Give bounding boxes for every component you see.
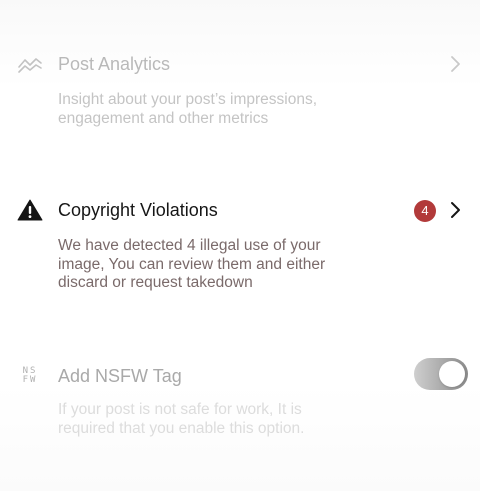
violation-count-badge: 4 [414,200,436,222]
post-analytics-row[interactable]: Post Analytics [0,46,480,82]
chevron-right-icon[interactable] [446,200,464,220]
post-analytics-section[interactable]: Post Analytics Insight about your post’s… [0,46,480,127]
copyright-violations-row[interactable]: Copyright Violations 4 [0,192,480,228]
toggle-knob [439,361,465,387]
copyright-violations-section[interactable]: Copyright Violations 4 We have detected … [0,192,480,291]
nsfw-toggle[interactable] [414,358,468,390]
post-analytics-description: Insight about your post’s impressions, e… [58,91,318,127]
chevron-right-icon[interactable] [446,54,464,74]
nsfw-row: NS FW Add NSFW Tag [0,358,480,394]
warning-triangle-icon [16,198,44,222]
nsfw-description: If your post is not safe for work, It is… [58,401,305,437]
copyright-violations-description: We have detected 4 illegal use of your i… [58,237,326,291]
analytics-trend-icon [16,52,44,76]
nsfw-section: NS FW Add NSFW Tag If your post is not sa… [0,358,480,437]
nsfw-icon-text: NS FW [22,366,38,385]
copyright-violations-title: Copyright Violations [58,200,218,220]
nsfw-title: Add NSFW Tag [58,366,182,386]
post-analytics-title: Post Analytics [58,54,171,74]
nsfw-icon: NS FW [16,364,44,388]
post-settings-screen: Post Analytics Insight about your post’s… [0,0,480,491]
